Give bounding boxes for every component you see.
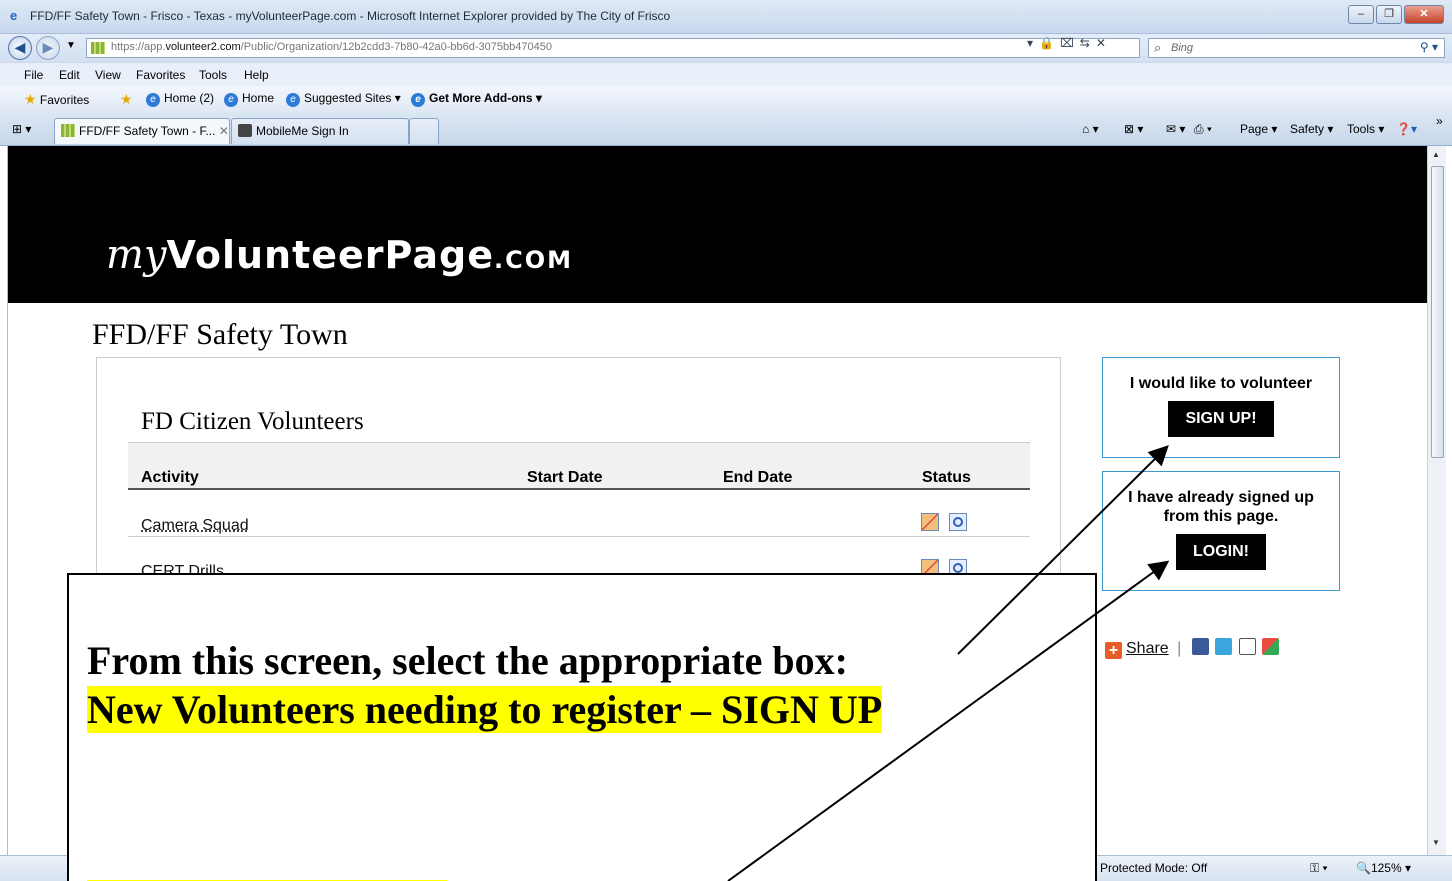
share-bar: + Share | — [1105, 638, 1280, 659]
fav-link-home-2[interactable]: e Home (2) — [146, 91, 214, 107]
url-input[interactable]: https://app.volunteer2.com/Public/Organi… — [86, 38, 1140, 58]
close-button[interactable]: ✕ — [1404, 5, 1444, 24]
menu-help[interactable]: Help — [244, 68, 269, 82]
tab-favicon-icon — [238, 124, 252, 137]
ie-logo-icon: e — [10, 8, 18, 23]
table-header: Activity Start Date End Date Status — [128, 442, 1030, 490]
tab-close-icon[interactable]: ✕ — [219, 124, 229, 138]
instruction-callout: From this screen, select the appropriate… — [67, 573, 1097, 881]
feeds-icon[interactable]: ⊠ ▾ — [1124, 122, 1143, 136]
scroll-up-icon[interactable]: ▲ — [1432, 150, 1440, 159]
new-tab-button[interactable] — [409, 118, 439, 144]
address-bar-icons[interactable]: ▾🔒⌧⇆✕ — [1027, 36, 1112, 50]
share-link[interactable]: Share — [1126, 640, 1169, 657]
vertical-scrollbar[interactable]: ▲ ▼ — [1427, 146, 1446, 855]
address-bar: ◀ ▶ ▼ https://app.volunteer2.com/Public/… — [0, 34, 1452, 62]
help-icon[interactable]: ❓▾ — [1396, 122, 1417, 136]
menu-favorites[interactable]: Favorites — [136, 68, 185, 82]
menu-file[interactable]: File — [24, 68, 43, 82]
restore-button[interactable]: ❐ — [1376, 5, 1402, 24]
twitter-icon[interactable] — [1215, 638, 1233, 655]
security-zone-icon[interactable]: ⚿ ▾ — [1310, 861, 1328, 876]
google-icon[interactable] — [1262, 638, 1280, 655]
cmd-page[interactable]: Page ▾ — [1240, 122, 1277, 136]
search-go-icon[interactable]: ⚲ ▾ — [1420, 40, 1438, 54]
menu-bar: File Edit View Favorites Tools Help — [0, 62, 1452, 86]
volunteer-box: I would like to volunteer SIGN UP! — [1102, 357, 1340, 458]
forward-button[interactable]: ▶ — [36, 36, 60, 60]
minimize-button[interactable]: – — [1348, 5, 1374, 24]
fav-link-suggested-sites[interactable]: e Suggested Sites ▾ — [286, 91, 401, 107]
search-icon: ⌕ — [1154, 40, 1162, 55]
view-icon[interactable] — [949, 513, 967, 531]
instruction-line-2: New Volunteers needing to register – SIG… — [87, 686, 883, 733]
chevron-more-icon[interactable]: » — [1436, 114, 1443, 128]
tab-favicon-icon — [61, 124, 75, 137]
site-banner: myVolunteerPage.COM — [8, 146, 1427, 303]
favorites-button[interactable]: ★ Favorites — [24, 91, 89, 108]
window-title: FFD/FF Safety Town - Frisco - Texas - my… — [30, 9, 671, 23]
page-title: FFD/FF Safety Town — [92, 318, 348, 351]
menu-tools[interactable]: Tools — [199, 68, 227, 82]
facebook-icon[interactable] — [1191, 638, 1209, 655]
share-divider: | — [1177, 640, 1182, 657]
print-icon[interactable]: ⎙ ▾ — [1194, 122, 1212, 137]
volunteer-text: I would like to volunteer — [1129, 375, 1313, 392]
cmd-safety[interactable]: Safety ▾ — [1290, 122, 1333, 136]
menu-edit[interactable]: Edit — [59, 68, 80, 82]
col-end-date: End Date — [723, 469, 793, 486]
search-placeholder: Bing — [1171, 42, 1194, 54]
login-text-line2: from this page. — [1163, 508, 1279, 525]
fav-link-home[interactable]: e Home — [224, 91, 274, 107]
mail-icon[interactable]: ✉ ▾ — [1166, 122, 1185, 136]
tab-safety-town[interactable]: FFD/FF Safety Town - F... ✕ — [54, 118, 230, 144]
login-text-line1: I have already signed up — [1128, 489, 1314, 506]
tab-bar: ⊞ ▾ FFD/FF Safety Town - F... ✕ MobileMe… — [0, 112, 1452, 146]
cmd-tools[interactable]: Tools ▾ — [1347, 122, 1384, 136]
search-input[interactable]: ⌕ Bing ⚲ ▾ — [1148, 38, 1445, 58]
activity-link[interactable]: Camera Squad — [141, 517, 249, 535]
table-row: Camera Squad — [128, 491, 1030, 537]
menu-view[interactable]: View — [95, 68, 121, 82]
scroll-down-icon[interactable]: ▼ — [1432, 838, 1440, 847]
col-start-date: Start Date — [527, 469, 603, 486]
scroll-thumb[interactable] — [1431, 166, 1444, 458]
window-controls: – ❐ ✕ — [1348, 5, 1444, 24]
home-icon[interactable]: ⌂ ▾ — [1082, 122, 1099, 136]
add-favorite-icon[interactable]: ★ — [120, 91, 133, 108]
instruction-line-1: From this screen, select the appropriate… — [87, 638, 848, 683]
tab-mobileme[interactable]: MobileMe Sign In — [231, 118, 409, 144]
print-page-icon[interactable] — [1238, 638, 1256, 655]
site-favicon-icon — [91, 42, 105, 54]
favorites-star-icon: ★ — [24, 91, 37, 107]
history-dropdown-icon[interactable]: ▼ — [66, 40, 76, 51]
zoom-level[interactable]: 🔍125% ▾ — [1356, 861, 1411, 875]
fav-link-get-addons[interactable]: e Get More Add-ons ▾ — [411, 91, 542, 107]
back-button[interactable]: ◀ — [8, 36, 32, 60]
site-logo[interactable]: myVolunteerPage.COM — [106, 232, 573, 278]
login-button[interactable]: LOGIN! — [1176, 534, 1266, 570]
col-status: Status — [922, 469, 971, 486]
group-title: FD Citizen Volunteers — [141, 408, 364, 435]
quick-tabs-icon[interactable]: ⊞ ▾ — [12, 122, 31, 136]
favorites-bar: ★ Favorites ★ e Home (2) e Home e Suggested… — [0, 86, 1452, 112]
share-plus-icon[interactable]: + — [1105, 642, 1122, 659]
window-title-bar: e FFD/FF Safety Town - Frisco - Texas - … — [0, 0, 1452, 34]
protected-mode-status[interactable]: Protected Mode: Off — [1100, 861, 1207, 875]
col-activity: Activity — [141, 469, 199, 486]
edit-icon[interactable] — [921, 513, 939, 531]
sign-up-button[interactable]: SIGN UP! — [1168, 401, 1274, 437]
url-text: https://app.volunteer2.com/Public/Organi… — [111, 41, 552, 53]
login-box: I have already signed up from this page.… — [1102, 471, 1340, 591]
